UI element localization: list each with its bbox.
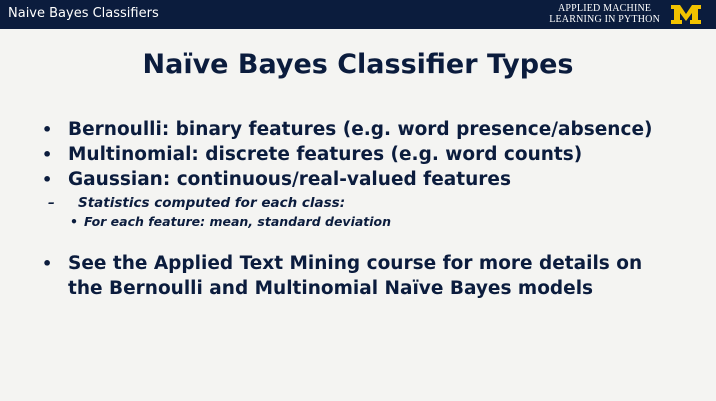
bullet-text: Gaussian: continuous/real-valued feature… [68,169,511,190]
bullet-marker: • [70,214,78,229]
bullet-gaussian: • Gaussian: continuous/real-valued featu… [42,167,702,192]
sub-sub-bullet-text: For each feature: mean, standard deviati… [84,214,392,229]
sub-bullet-statistics: – Statistics computed for each class: [42,194,702,212]
sub-bullet-text: Statistics computed for each class: [78,195,346,211]
bullet-marker: • [42,145,53,164]
course-label-line2: LEARNING IN PYTHON [549,14,660,25]
header-title: Naive Bayes Classifiers [8,6,159,21]
course-label-line1: APPLIED MACHINE [557,3,652,14]
university-logo-icon [671,5,701,24]
slide-content: • Bernoulli: binary features (e.g. word … [42,117,702,301]
course-label: APPLIED MACHINE LEARNING IN PYTHON [549,3,660,25]
bullet-text: See the Applied Text Mining course for m… [68,253,643,299]
bullet-bernoulli: • Bernoulli: binary features (e.g. word … [42,117,702,142]
bullet-text: Bernoulli: binary features (e.g. word pr… [68,119,653,140]
sub-sub-bullet-feature: • For each feature: mean, standard devia… [42,212,702,231]
bullet-marker: • [42,254,53,273]
dash-marker: – [48,195,55,211]
bullet-marker: • [42,170,53,189]
bullet-see-course: • See the Applied Text Mining course for… [42,251,678,301]
bullet-marker: • [42,120,53,139]
bullet-text: Multinomial: discrete features (e.g. wor… [68,144,583,165]
header-bar: Naive Bayes Classifiers APPLIED MACHINE … [0,0,716,29]
slide-title: Naïve Bayes Classifier Types [142,49,574,80]
bullet-multinomial: • Multinomial: discrete features (e.g. w… [42,142,702,167]
